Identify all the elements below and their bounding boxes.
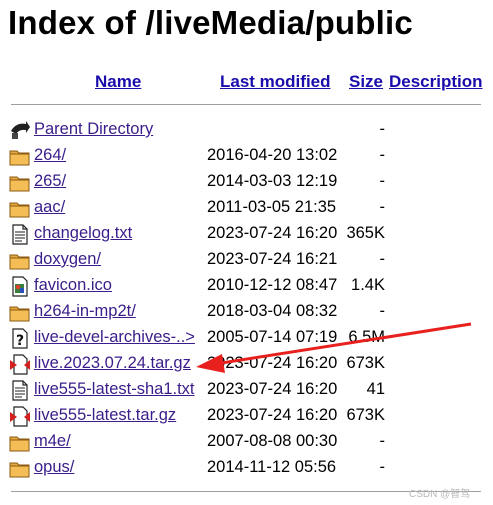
sort-by-name-link[interactable]: Name [95, 72, 141, 92]
file-link[interactable]: live555-latest.tar.gz [34, 406, 176, 425]
compressed-file-icon [9, 354, 31, 375]
last-modified-cell: 2011-03-05 21:35 [207, 198, 337, 216]
table-row: favicon.ico 2010-12-12 08:47 1.4K [0, 273, 493, 299]
size-cell: 365K [346, 224, 385, 242]
size-cell: - [379, 146, 386, 164]
folder-icon [9, 458, 31, 479]
last-modified-cell: 2014-11-12 05:56 [207, 458, 337, 476]
table-row: changelog.txt 2023-07-24 16:20 365K [0, 221, 493, 247]
size-cell: - [379, 172, 386, 190]
folder-icon-svg [9, 176, 30, 192]
size-cell: 1.4K [351, 276, 385, 294]
last-modified-cell: 2023-07-24 16:21 [207, 250, 338, 268]
size-cell: - [379, 458, 386, 476]
file-link[interactable]: favicon.ico [34, 276, 112, 295]
file-link[interactable]: aac/ [34, 198, 65, 217]
size-cell: - [379, 120, 386, 138]
last-modified-cell: 2005-07-14 07:19 [207, 328, 338, 346]
file-link[interactable]: live.2023.07.24.tar.gz [34, 354, 191, 373]
sort-by-description-link[interactable]: Description [389, 72, 483, 92]
last-modified-cell: 2023-07-24 16:20 [207, 406, 338, 424]
table-row: h264-in-mp2t/2018-03-04 08:32 - [0, 299, 493, 325]
size-cell: 6.5M [348, 328, 385, 346]
file-link[interactable]: m4e/ [34, 432, 71, 451]
table-row: m4e/2007-08-08 00:30 - [0, 429, 493, 455]
sort-by-last-modified-link[interactable]: Last modified [220, 72, 331, 92]
last-modified-cell: 2014-03-03 12:19 [207, 172, 338, 190]
table-row: doxygen/2023-07-24 16:21 - [0, 247, 493, 273]
text-file-icon [9, 224, 31, 245]
last-modified-cell: 2010-12-12 08:47 [207, 276, 338, 294]
folder-icon-svg [9, 150, 30, 166]
folder-icon [9, 146, 31, 167]
table-row: opus/2014-11-12 05:56 - [0, 455, 493, 481]
image-file-icon-svg [12, 276, 28, 297]
size-cell: - [379, 250, 386, 268]
size-cell: - [379, 198, 386, 216]
table-row: 264/2016-04-20 13:02 - [0, 143, 493, 169]
sort-by-size-link[interactable]: Size [349, 72, 383, 92]
watermark: CSDN @智驾 [409, 489, 471, 500]
last-modified-cell: 2023-07-24 16:20 [207, 354, 338, 372]
back-arrow-icon [9, 120, 31, 141]
size-cell: 673K [346, 354, 385, 372]
file-link[interactable]: Parent Directory [34, 120, 153, 139]
text-file-icon [9, 380, 31, 401]
last-modified-cell: 2023-07-24 16:20 [207, 224, 338, 242]
folder-icon [9, 250, 31, 271]
file-link[interactable]: h264-in-mp2t/ [34, 302, 136, 321]
size-cell: 673K [346, 406, 385, 424]
compressed-file-icon-svg [10, 354, 30, 375]
last-modified-cell: 2007-08-08 00:30 [207, 432, 338, 450]
last-modified-cell: 2023-07-24 16:20 [207, 380, 338, 398]
text-file-icon-svg [12, 380, 28, 401]
table-row: live.2023.07.24.tar.gz 2023-07-24 16:20 67… [0, 351, 493, 377]
file-link[interactable]: changelog.txt [34, 224, 132, 243]
file-link[interactable]: opus/ [34, 458, 74, 477]
file-link[interactable]: live555-latest-sha1.txt [34, 380, 195, 399]
table-row: Parent Directory - [0, 117, 493, 143]
file-link[interactable]: doxygen/ [34, 250, 101, 269]
folder-icon-svg [9, 462, 30, 478]
folder-icon-svg [9, 306, 30, 322]
table-row: ? live-devel-archives-..> 2005-07-14 07:19… [0, 325, 493, 351]
svg-text:?: ? [16, 333, 24, 349]
folder-icon [9, 432, 31, 453]
folder-icon-svg [9, 436, 30, 452]
unknown-file-icon-svg: ? [12, 328, 28, 349]
table-row: live555-latest.tar.gz 2023-07-24 16:20 673… [0, 403, 493, 429]
text-file-icon-svg [12, 224, 28, 245]
file-link[interactable]: 265/ [34, 172, 66, 191]
table-row: 265/2014-03-03 12:19 - [0, 169, 493, 195]
folder-icon [9, 172, 31, 193]
folder-icon-svg [9, 202, 30, 218]
last-modified-cell: 2018-03-04 08:32 [207, 302, 338, 320]
size-cell: - [379, 302, 386, 320]
unknown-file-icon: ? [9, 328, 31, 349]
table-row: live555-latest-sha1.txt 2023-07-24 16:20 4… [0, 377, 493, 403]
back-arrow-icon-svg [11, 121, 30, 139]
compressed-file-icon-svg [10, 406, 30, 427]
table-row: aac/2011-03-05 21:35 - [0, 195, 493, 221]
file-link[interactable]: live-devel-archives-..> [34, 328, 195, 347]
size-cell: 41 [366, 380, 385, 398]
top-divider [11, 104, 481, 105]
size-cell: - [379, 432, 386, 450]
image-file-icon [9, 276, 31, 297]
last-modified-cell: 2016-04-20 13:02 [207, 146, 338, 164]
folder-icon [9, 302, 31, 323]
file-link[interactable]: 264/ [34, 146, 66, 165]
folder-icon [9, 198, 31, 219]
compressed-file-icon [9, 406, 31, 427]
folder-icon-svg [9, 254, 30, 270]
page-title: Index of /liveMedia/public [8, 4, 413, 41]
